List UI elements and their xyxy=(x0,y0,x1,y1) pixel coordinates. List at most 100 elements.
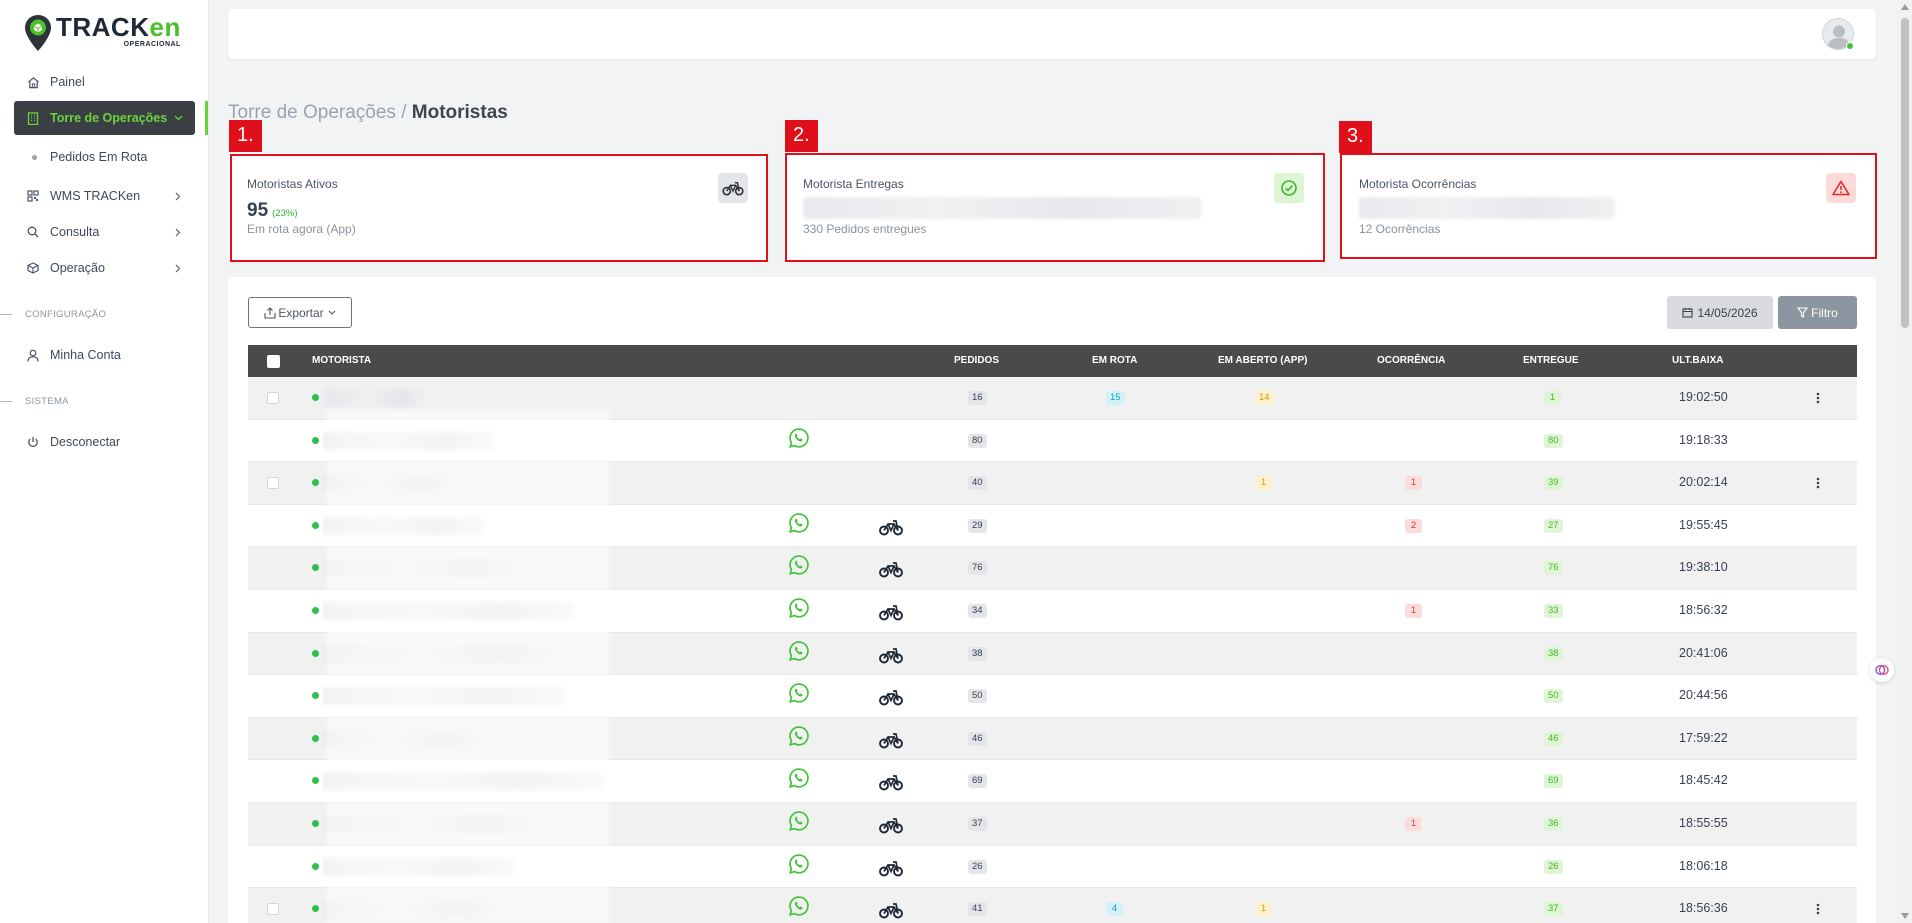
highlight-marker-2: 2. xyxy=(785,120,818,152)
bike-icon xyxy=(879,688,903,706)
online-status-dot xyxy=(312,564,319,572)
last-update-time: 18:56:36 xyxy=(1679,901,1728,916)
last-update-time: 20:41:06 xyxy=(1679,645,1728,660)
whatsapp-icon[interactable] xyxy=(788,725,810,747)
brand-name-main: TRACK xyxy=(56,12,150,42)
row-checkbox[interactable] xyxy=(267,477,279,490)
online-status-dot xyxy=(312,521,319,529)
whatsapp-icon[interactable] xyxy=(788,427,810,449)
col-header-pedidos[interactable]: PEDIDOS xyxy=(954,355,999,366)
whatsapp-icon[interactable] xyxy=(788,640,810,662)
whatsapp-icon[interactable] xyxy=(788,895,810,917)
user-icon xyxy=(26,348,40,362)
box-icon xyxy=(26,261,40,275)
sidebar-item-label: Desconectar xyxy=(50,435,121,449)
section-label-sistema: SISTEMA xyxy=(0,396,69,407)
sidebar-item-desconectar[interactable]: Desconectar xyxy=(14,425,195,459)
row-menu-kebab-icon[interactable] xyxy=(1816,477,1820,489)
whatsapp-icon[interactable] xyxy=(788,853,810,875)
pedidos-badge: 40 xyxy=(968,476,987,491)
entregue-badge: 80 xyxy=(1544,433,1563,448)
table-header: MOTORISTA PEDIDOS EM ROTA EM ABERTO (APP… xyxy=(248,345,1857,377)
pedidos-badge: 80 xyxy=(968,433,987,448)
section-label-text: CONFIGURAÇÃO xyxy=(25,309,107,320)
col-header-motorista[interactable]: MOTORISTA xyxy=(312,355,371,366)
search-icon xyxy=(26,225,40,239)
pedidos-badge: 37 xyxy=(968,816,987,831)
last-update-time: 18:55:55 xyxy=(1679,815,1728,830)
ocorrencia-badge: 1 xyxy=(1405,603,1422,618)
brand-logo[interactable]: TRACKen OPERACIONAL xyxy=(24,14,181,58)
pedidos-badge: 46 xyxy=(968,731,987,746)
whatsapp-icon[interactable] xyxy=(788,767,810,789)
chevron-right-icon xyxy=(171,225,185,239)
export-icon xyxy=(264,306,276,319)
select-all-checkbox[interactable] xyxy=(267,355,280,368)
highlight-outline-3 xyxy=(1340,153,1877,259)
col-header-ocorrencia[interactable]: OCORRÊNCIA xyxy=(1377,355,1445,366)
breadcrumb-current: Motoristas xyxy=(411,102,508,123)
whatsapp-icon[interactable] xyxy=(788,810,810,832)
map-pin-logo-icon xyxy=(25,15,51,51)
pedidos-badge: 29 xyxy=(968,518,987,533)
blurred-names-region xyxy=(326,410,610,923)
sidebar-item-wms-tracken[interactable]: WMS TRACKen xyxy=(14,179,195,213)
pedidos-badge: 50 xyxy=(968,689,987,704)
whatsapp-icon[interactable] xyxy=(788,682,810,704)
sidebar-item-painel[interactable]: Painel xyxy=(14,65,195,99)
chevron-down-icon xyxy=(171,111,185,125)
row-menu-kebab-icon[interactable] xyxy=(1816,903,1820,915)
sidebar-item-operacao[interactable]: Operação xyxy=(14,251,195,285)
sidebar-item-consulta[interactable]: Consulta xyxy=(14,215,195,249)
row-checkbox[interactable] xyxy=(267,903,279,916)
top-bar xyxy=(228,9,1876,59)
online-status-dot xyxy=(312,862,319,870)
whatsapp-icon[interactable] xyxy=(788,512,810,534)
bike-icon xyxy=(879,646,903,664)
bike-icon xyxy=(879,901,903,919)
sidebar-item-label: Operação xyxy=(50,261,105,275)
bike-icon xyxy=(879,773,903,791)
col-header-ult-baixa[interactable]: ULT.BAIXA xyxy=(1672,355,1723,366)
col-header-entregue[interactable]: ENTREGUE xyxy=(1523,355,1579,366)
driver-name-blurred[interactable] xyxy=(324,389,434,407)
scroll-down-arrow-icon[interactable] xyxy=(1901,913,1909,919)
online-status-dot xyxy=(312,777,319,785)
power-icon xyxy=(26,435,40,449)
online-status-dot xyxy=(312,905,319,913)
sidebar-item-label: WMS TRACKen xyxy=(50,189,141,203)
pedidos-badge: 34 xyxy=(968,603,987,618)
last-update-time: 17:59:22 xyxy=(1679,730,1728,745)
row-checkbox[interactable] xyxy=(267,392,279,404)
ocorrencia-badge: 1 xyxy=(1405,476,1422,491)
section-label-text: SISTEMA xyxy=(25,396,69,407)
scroll-up-arrow-icon[interactable] xyxy=(1901,4,1909,10)
col-header-em-aberto[interactable]: EM ABERTO (APP) xyxy=(1218,355,1307,366)
entregue-badge: 38 xyxy=(1544,646,1563,661)
bike-icon xyxy=(879,816,903,834)
section-divider xyxy=(0,401,12,402)
sidebar-item-minha-conta[interactable]: Minha Conta xyxy=(14,338,195,372)
export-button[interactable]: Exportar xyxy=(248,297,352,328)
bullet-dot-icon xyxy=(32,154,37,160)
floating-assistant-button[interactable] xyxy=(1870,658,1894,682)
filter-button[interactable]: Filtro xyxy=(1778,296,1857,329)
sidebar-item-torre-de-operacoes[interactable]: Torre de Operações xyxy=(14,101,195,135)
highlight-outline-2 xyxy=(785,153,1325,262)
sidebar-subitem-pedidos-em-rota[interactable]: Pedidos Em Rota xyxy=(32,150,147,164)
brand-subtitle: OPERACIONAL xyxy=(123,41,181,48)
whatsapp-icon[interactable] xyxy=(788,597,810,619)
pedidos-badge: 26 xyxy=(968,859,987,874)
online-status-dot xyxy=(312,479,319,487)
sidebar-item-label: Painel xyxy=(50,75,85,89)
chevron-down-icon xyxy=(328,310,336,315)
entregue-badge: 1 xyxy=(1544,391,1561,405)
bike-icon xyxy=(879,859,903,877)
row-menu-kebab-icon[interactable] xyxy=(1816,392,1820,404)
page-scrollbar[interactable] xyxy=(1898,0,1912,923)
whatsapp-icon[interactable] xyxy=(788,554,810,576)
scroll-thumb[interactable] xyxy=(1901,18,1909,328)
col-header-em-rota[interactable]: EM ROTA xyxy=(1092,355,1137,366)
date-picker-button[interactable]: 14/05/2026 xyxy=(1667,296,1773,329)
pedidos-badge: 38 xyxy=(968,646,987,661)
